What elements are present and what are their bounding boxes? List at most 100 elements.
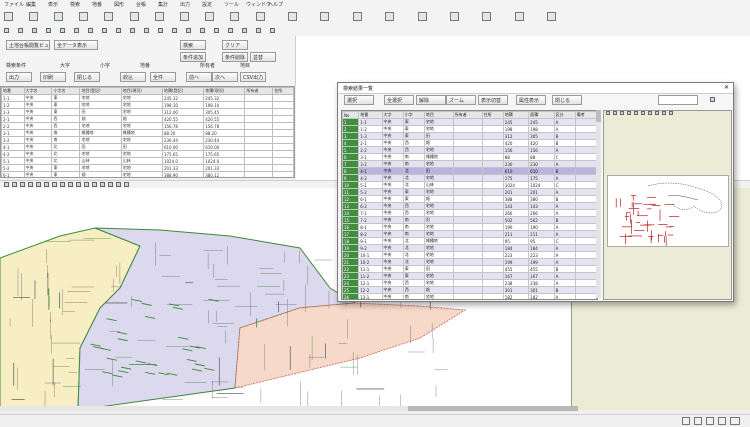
- panel-button-11[interactable]: 次へ: [212, 72, 238, 82]
- menu-item-6[interactable]: 台帳: [136, 1, 146, 8]
- map-tool-icon-6[interactable]: [52, 182, 57, 187]
- upper-grid-header-cell[interactable]: 地目(現況): [120, 87, 163, 95]
- menu-item-2[interactable]: 表示: [48, 1, 58, 8]
- map-tool-icon-10[interactable]: [84, 182, 89, 187]
- result-dialog[interactable]: 検索結果一覧 ✕ 選択 全選択 解除 ズーム 表示切替 属性表示 閉じる No 地番 大字 小字地…: [337, 82, 734, 302]
- panel-button-3[interactable]: 条件削除: [222, 52, 248, 62]
- dialog-grid-row[interactable]: 19 9-2 中央北宅地 184 184 A: [342, 244, 597, 252]
- menu-item-9[interactable]: 設定: [202, 1, 212, 8]
- tool-icon-18[interactable]: [256, 28, 261, 33]
- tool-icon-9[interactable]: [130, 28, 135, 33]
- menu-item-12[interactable]: ヘルプ: [268, 1, 283, 8]
- tool-icon-7[interactable]: [102, 28, 107, 33]
- tool-icon-5[interactable]: [74, 28, 79, 33]
- import-icon[interactable]: [514, 12, 524, 21]
- dialog-grid-row[interactable]: 18 9-1 中央北雑種地 95 95 C: [342, 237, 597, 245]
- preview-map[interactable]: [607, 175, 729, 247]
- map-tool-icon-15[interactable]: [124, 182, 129, 187]
- dialog-grid-row[interactable]: 6 3-1 中央南雑種地 88 88 C: [342, 153, 597, 161]
- upper-grid-row[interactable]: 2-1 中央西畑畑 420.55 420.55: [1, 115, 294, 123]
- preview-tool-icon-9[interactable]: [669, 111, 673, 115]
- tool-icon-11[interactable]: [158, 28, 163, 33]
- upper-grid-row[interactable]: 3-1 中央南雑種地 雑種地 88.20 88.20: [1, 129, 294, 137]
- panel-button-5[interactable]: 出力: [6, 72, 32, 82]
- map-tool-icon-12[interactable]: [100, 182, 105, 187]
- dialog-grid-row[interactable]: 4 2-1 中央西畑 420 420 B: [342, 139, 597, 147]
- menu-item-1[interactable]: 編集: [26, 1, 36, 8]
- map-tool-icon-13[interactable]: [108, 182, 113, 187]
- tool-icon-19[interactable]: [270, 28, 275, 33]
- menu-item-5[interactable]: 図形: [114, 1, 124, 8]
- folder-icon[interactable]: [3, 12, 13, 21]
- upper-grid-row[interactable]: 1-1 中央東宅地 宅地 245.32 245.32: [1, 94, 294, 102]
- panel-button-0[interactable]: 検索: [180, 40, 206, 50]
- dialog-grid-row[interactable]: 23 11-2 中央東宅地 167 167 A: [342, 272, 597, 280]
- map-tool-icon-7[interactable]: [60, 182, 65, 187]
- preview-tool-icon-6[interactable]: [648, 111, 652, 115]
- panel-button-6[interactable]: 印刷: [40, 72, 66, 82]
- upper-grid-header-cell[interactable]: 地番: [1, 87, 25, 95]
- map-tool-icon-5[interactable]: [44, 182, 49, 187]
- dialog-grid-row[interactable]: 21 10-2 中央北宅地 199 199 A: [342, 258, 597, 266]
- upper-grid-row[interactable]: 5-2 中央東宅地 宅地 201.33 201.33: [1, 164, 294, 172]
- dialog-grid-row[interactable]: 10 5-1 中央北山林 1024 1024 C: [342, 181, 597, 189]
- measure-icon[interactable]: [320, 12, 330, 21]
- dialog-grid-row[interactable]: 26 13-1 中央南宅地 182 182 A: [342, 293, 597, 299]
- dialog-grid-row[interactable]: 2 1-2 中央東宅地 198 198 A: [342, 125, 597, 133]
- dialog-scrollbar-thumb[interactable]: [596, 110, 601, 122]
- upper-grid-row[interactable]: 2-2 中央西宅地 宅地 156.78 156.78: [1, 122, 294, 130]
- dialog-grid-header-cell[interactable]: 備考: [574, 111, 597, 119]
- upper-grid-header-cell[interactable]: 地目(登記): [79, 87, 122, 95]
- tool-icon-14[interactable]: [200, 28, 205, 33]
- table-icon[interactable]: [417, 12, 427, 21]
- dialog-grid-row[interactable]: 1 1-1 中央東宅地 245 245 A: [342, 118, 597, 126]
- zoom-out-icon[interactable]: [230, 12, 240, 21]
- dialog-grid-row[interactable]: 5 2-2 中央西宅地 156 156 A: [342, 146, 597, 154]
- dialog-grid-row[interactable]: 3 1-3 中央東田 312 305 B: [342, 132, 597, 140]
- dialog-button-1[interactable]: 全選択: [384, 95, 414, 105]
- tool-icon-3[interactable]: [46, 28, 51, 33]
- tool-icon-2[interactable]: [32, 28, 37, 33]
- dialog-grid-header-cell[interactable]: 地番: [358, 111, 383, 119]
- dialog-grid-row[interactable]: 7 3-2 中央南宅地 230 230 A: [342, 160, 597, 168]
- upper-grid-header-cell[interactable]: 地積(現況): [203, 87, 246, 95]
- map-tool-icon-4[interactable]: [36, 182, 41, 187]
- map-tool-icon-8[interactable]: [68, 182, 73, 187]
- chart-icon[interactable]: [450, 12, 459, 21]
- tool-icon-17[interactable]: [242, 28, 247, 33]
- undo-icon[interactable]: [154, 12, 164, 21]
- map-tool-icon-11[interactable]: [92, 182, 97, 187]
- panel-button-10[interactable]: 前へ: [186, 72, 212, 82]
- tool-icon-12[interactable]: [172, 28, 177, 33]
- tool-icon-1[interactable]: [18, 28, 23, 33]
- dialog-grid-row[interactable]: 22 11-1 中央東田 455 455 B: [342, 265, 597, 273]
- dialog-grid-row[interactable]: 16 8-1 中央南宅地 190 190 A: [342, 223, 597, 231]
- map-tool-icon-14[interactable]: [116, 182, 121, 187]
- dialog-grid-row[interactable]: 14 7-1 中央西宅地 266 266 A: [342, 209, 597, 217]
- dialog-button-4[interactable]: 表示切替: [478, 95, 508, 105]
- map-scrollbar-thumb[interactable]: [408, 406, 578, 411]
- map-tool-icon-1[interactable]: [12, 182, 17, 187]
- map-tool-icon-9[interactable]: [76, 182, 81, 187]
- upper-grid-row[interactable]: 3-2 中央南宅地 宅地 230.44 230.44: [1, 136, 294, 144]
- zoom-in-icon[interactable]: [205, 12, 215, 21]
- upper-grid-row[interactable]: 4-1 中央北田田 610.00 610.00: [1, 143, 294, 151]
- dialog-button-5[interactable]: 属性表示: [516, 95, 546, 105]
- layer-icon[interactable]: [352, 12, 362, 21]
- menu-item-8[interactable]: 出力: [180, 1, 190, 8]
- dialog-button-0[interactable]: 選択: [344, 95, 374, 105]
- menu-item-7[interactable]: 集計: [158, 1, 168, 8]
- preview-tool-icon-8[interactable]: [662, 111, 666, 115]
- dialog-grid-row[interactable]: 12 6-1 中央東畑 388 380 B: [342, 195, 597, 203]
- paste-icon[interactable]: [129, 12, 139, 21]
- dialog-grid-header-cell[interactable]: 小字: [402, 111, 425, 119]
- settings-icon[interactable]: [547, 12, 557, 21]
- preview-tool-icon-3[interactable]: [627, 111, 631, 115]
- panel-button-4[interactable]: 並替: [250, 52, 276, 62]
- map-tool-icon-0[interactable]: [4, 182, 9, 187]
- panel-tab-1[interactable]: 全データ表示: [54, 40, 98, 50]
- map-tool-icon-2[interactable]: [20, 182, 25, 187]
- dialog-grid-header-cell[interactable]: 住所: [481, 111, 504, 119]
- pan-icon[interactable]: [255, 12, 265, 21]
- dialog-grid-header-cell[interactable]: 所有者: [452, 111, 483, 119]
